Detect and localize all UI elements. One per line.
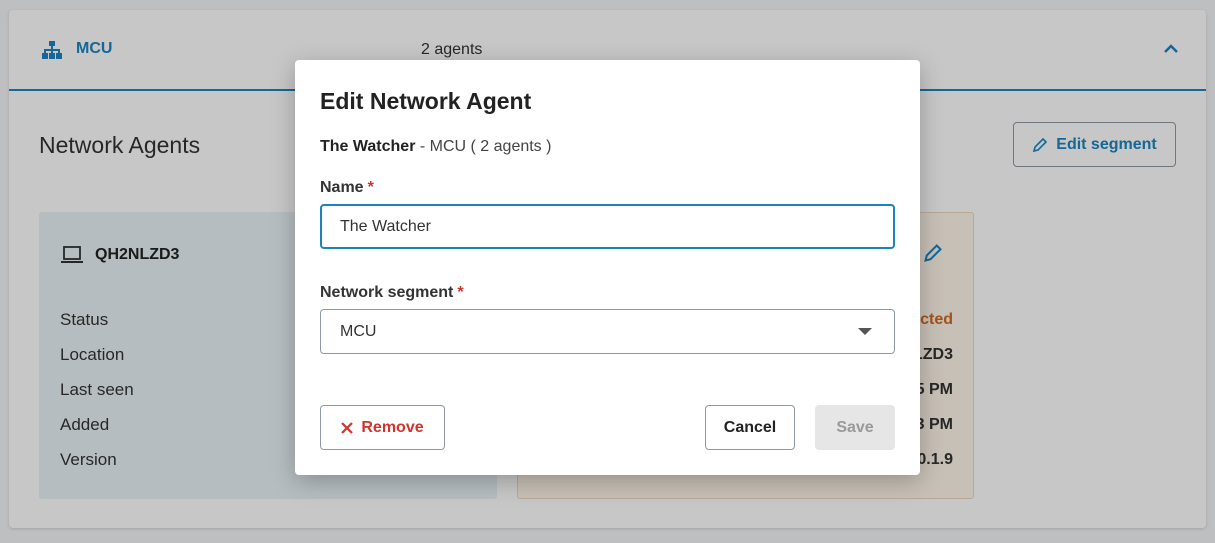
close-icon [341,421,354,434]
dialog-subtitle: The Watcher - MCU ( 2 agents ) [320,138,551,156]
required-marker: * [367,179,374,196]
dialog-title: Edit Network Agent [320,88,532,114]
selected-segment: MCU [340,322,377,340]
cancel-button[interactable]: Cancel [705,405,795,450]
caret-down-icon [858,328,872,335]
network-segment-select[interactable]: MCU [320,309,895,354]
name-field-label: Name * [320,179,374,196]
name-input[interactable] [320,204,895,249]
segment-info: - MCU ( 2 agents ) [415,138,552,155]
remove-button[interactable]: Remove [320,405,445,450]
save-button[interactable]: Save [815,405,895,450]
segment-field-label: Network segment * [320,284,464,301]
edit-agent-dialog: Edit Network Agent The Watcher - MCU ( 2… [295,60,920,475]
agent-name: The Watcher [320,138,416,155]
required-marker: * [457,284,464,301]
